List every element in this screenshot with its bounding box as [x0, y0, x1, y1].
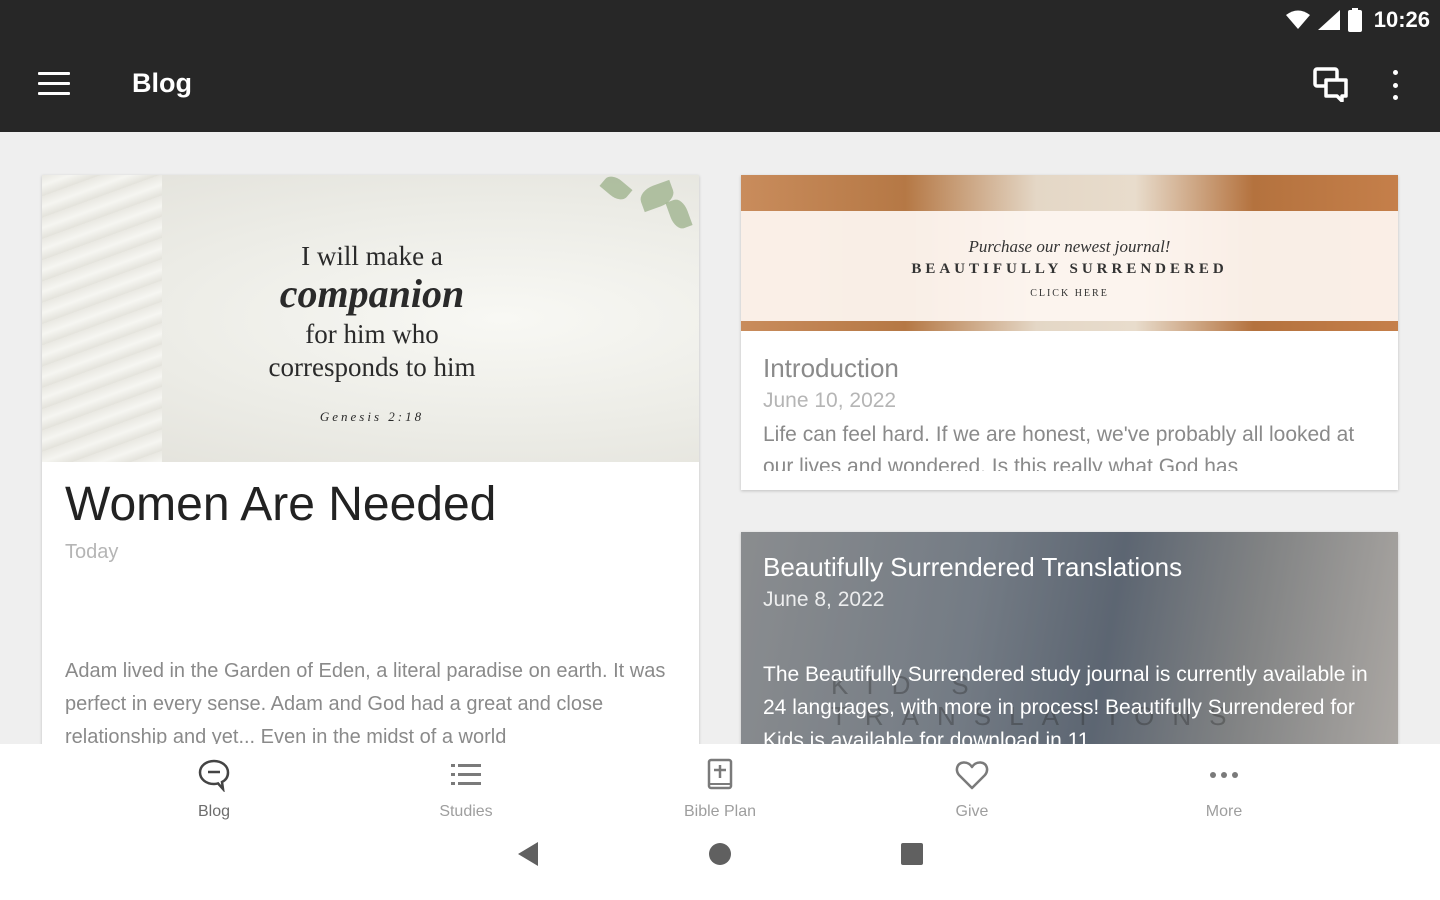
chat-bubble-icon — [198, 759, 230, 793]
battery-icon — [1347, 8, 1362, 32]
post-excerpt: Adam lived in the Garden of Eden, a lite… — [65, 660, 666, 748]
journal-banner-image[interactable]: Purchase our newest journal! BEAUTIFULLY… — [741, 175, 1398, 331]
chat-icon[interactable] — [1312, 66, 1350, 102]
status-time: 10:26 — [1373, 7, 1430, 32]
nav-item-more[interactable]: More — [1154, 758, 1294, 821]
overflow-menu-icon[interactable] — [1380, 66, 1410, 104]
post-date: June 10, 2022 — [763, 389, 897, 412]
home-icon[interactable] — [706, 840, 734, 868]
post-excerpt: Life can feel hard. If we are honest, we… — [763, 423, 1355, 471]
app-bar: 10:26 Blog — [0, 0, 1440, 132]
bottom-navigation: Blog Studies Bible Plan Give More — [0, 744, 1440, 900]
signal-icon — [1317, 10, 1340, 30]
heart-icon — [955, 761, 989, 790]
image-quote: I will make a companion for him who corr… — [268, 241, 476, 424]
list-icon — [451, 764, 481, 785]
post-title: Beautifully Surrendered Translations — [763, 552, 1183, 582]
post-card-introduction[interactable]: Purchase our newest journal! BEAUTIFULLY… — [741, 175, 1398, 490]
featured-post-card[interactable]: I will make a companion for him who corr… — [42, 175, 699, 775]
nav-item-give[interactable]: Give — [902, 758, 1042, 821]
post-excerpt: The Beautifully Surrendered study journa… — [763, 663, 1368, 752]
back-icon[interactable] — [514, 840, 542, 868]
wifi-icon — [1285, 10, 1310, 29]
post-title: Women Are Needed — [65, 478, 497, 531]
nav-item-blog[interactable]: Blog — [144, 758, 284, 821]
recents-icon[interactable] — [898, 840, 926, 868]
page-title: Blog — [132, 68, 192, 98]
post-date: June 8, 2022 — [763, 588, 885, 611]
menu-icon[interactable] — [38, 72, 70, 98]
featured-post-image: I will make a companion for him who corr… — [42, 175, 699, 462]
nav-item-studies[interactable]: Studies — [396, 758, 536, 821]
more-dots-icon — [1210, 772, 1238, 778]
post-title: Introduction — [763, 353, 899, 383]
status-bar: 10:26 — [1285, 6, 1430, 34]
nav-item-bible-plan[interactable]: Bible Plan — [650, 758, 790, 821]
post-date: Today — [65, 541, 119, 563]
book-plus-icon — [707, 758, 733, 790]
